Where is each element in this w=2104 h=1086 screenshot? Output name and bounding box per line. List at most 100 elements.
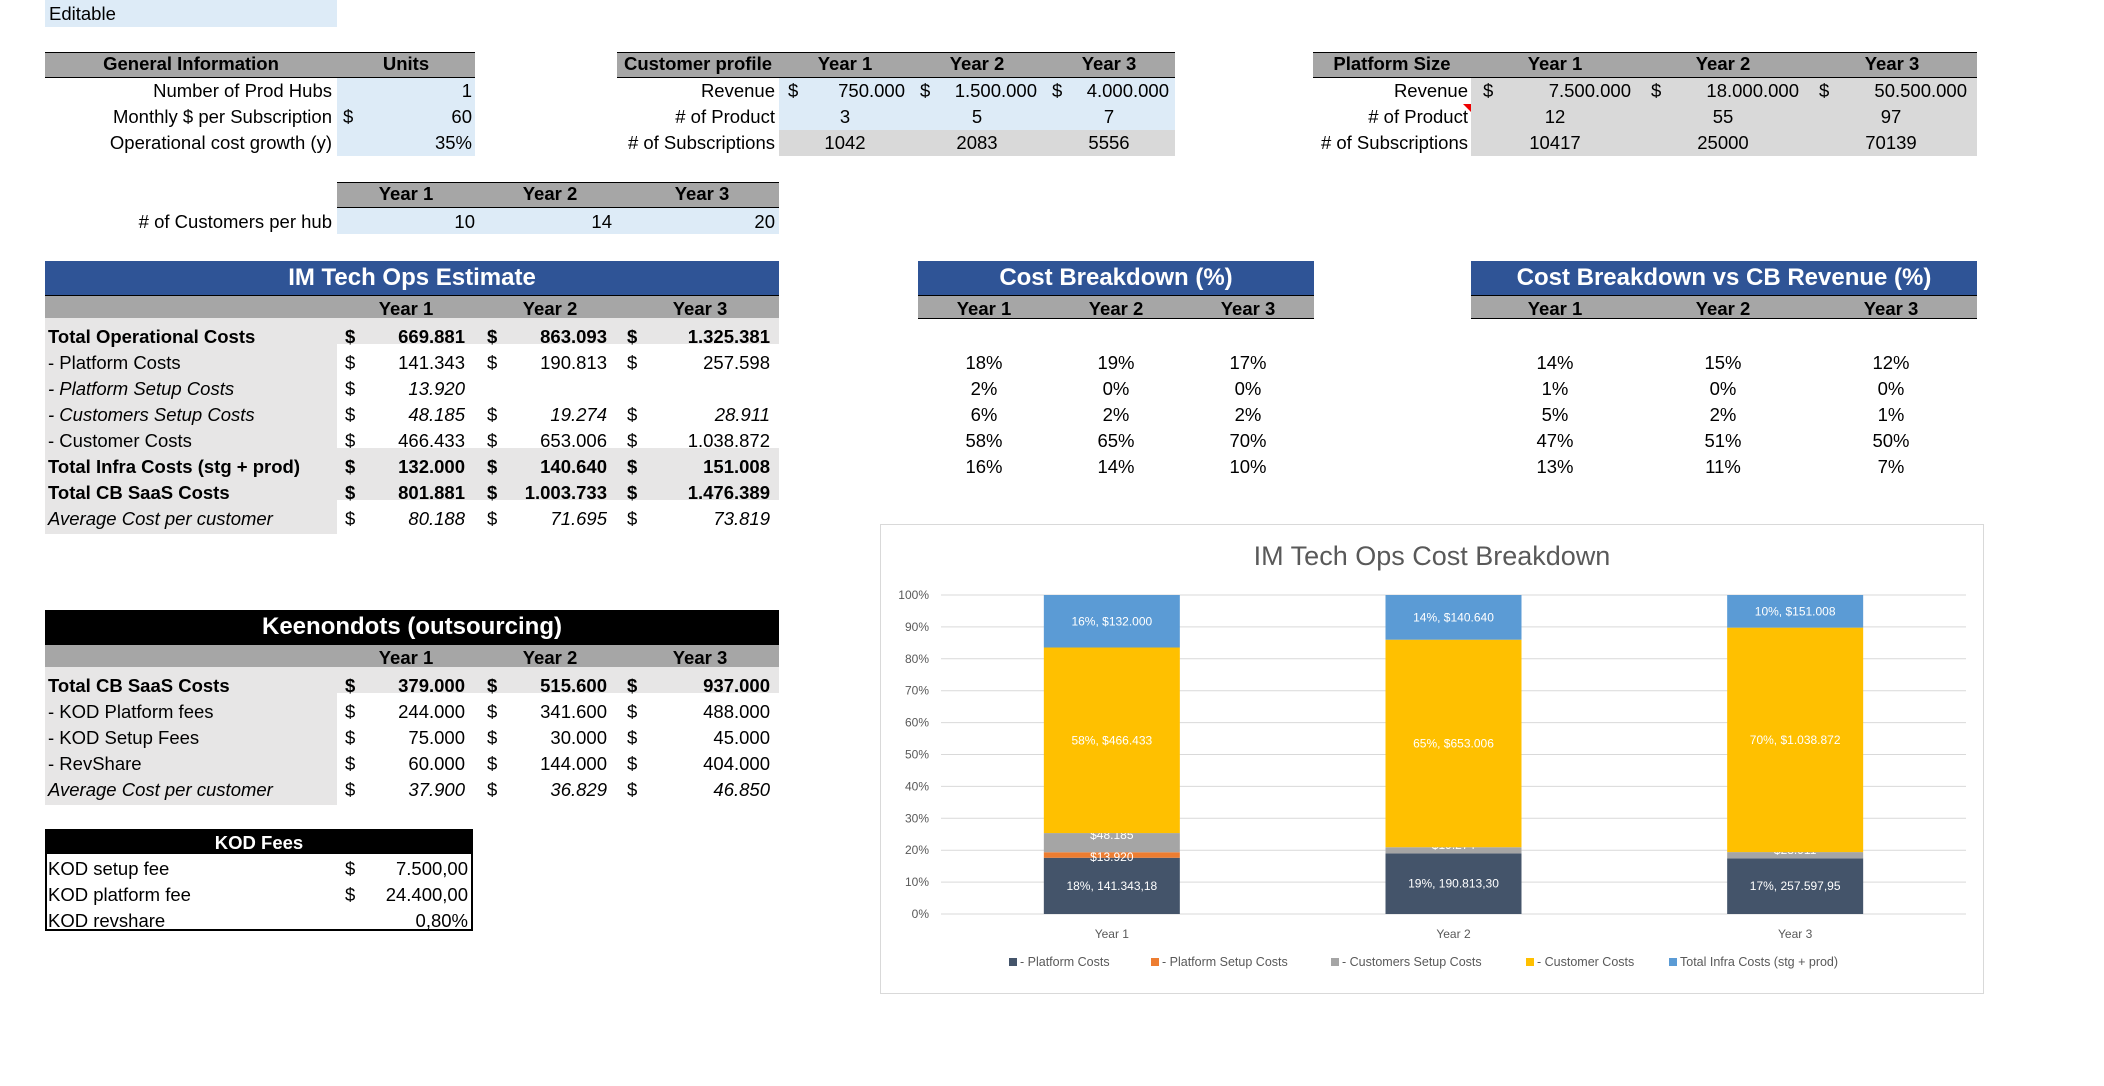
cost-vs-revenue-title: Cost Breakdown vs CB Revenue (%) — [1516, 264, 1932, 291]
x-tick-label: Year 1 — [1095, 927, 1130, 941]
cost-breakdown-value: 6% — [970, 404, 998, 425]
y-tick-label: 100% — [898, 588, 929, 602]
cost-vs-revenue-value: 13% — [1536, 456, 1574, 477]
ps-value: 25000 — [1697, 132, 1749, 153]
cp-value[interactable]: 4.000.000 — [1043, 78, 1169, 103]
im-tech-year-header: Year 3 — [672, 298, 728, 319]
x-tick-label: Year 3 — [1778, 927, 1813, 941]
im-tech-value: 19.274 — [550, 404, 607, 425]
general-row-value[interactable]: 35% — [337, 130, 472, 155]
keenondots-value: 45.000 — [713, 727, 770, 748]
cph-value[interactable]: 10 — [355, 209, 475, 234]
im-tech-value: 669.881 — [398, 326, 465, 347]
legend-label: - Platform Costs — [1020, 955, 1110, 969]
y-tick-label: 40% — [905, 779, 929, 793]
im-tech-row-label: Total Operational Costs — [48, 326, 256, 347]
kod-fees-value[interactable]: 7.500,00 — [340, 856, 468, 881]
ps-value: 70139 — [1865, 132, 1917, 153]
data-label: 16%, $132.000 — [1071, 614, 1152, 628]
general-row-label: Number of Prod Hubs — [153, 80, 332, 101]
cp-row-label: Revenue — [700, 80, 775, 101]
im-tech-row-label: Total Infra Costs (stg + prod) — [48, 456, 300, 477]
data-label: 18%, 141.343,18 — [1066, 879, 1157, 893]
editable-label: Editable — [49, 3, 116, 24]
im-tech-value: 801.881 — [398, 482, 465, 503]
data-label: 10%, $151.008 — [1755, 604, 1836, 618]
im-tech-value: 863.093 — [540, 326, 607, 347]
cost-vs-revenue-value: 0% — [1709, 378, 1737, 399]
legend-swatch — [1151, 958, 1159, 966]
cost-vs-revenue-value: 7% — [1877, 456, 1905, 477]
cp-value: 1042 — [824, 132, 866, 153]
cph-year3-header: Year 3 — [674, 183, 730, 204]
cp-value[interactable]: 1.500.000 — [911, 78, 1037, 103]
keenondots-value: 341.600 — [540, 701, 607, 722]
data-label: 70%, $1.038.872 — [1750, 733, 1841, 747]
keenondots-value: 37.900 — [408, 779, 465, 800]
cost-breakdown-value: 2% — [1234, 404, 1262, 425]
im-tech-value: 1.038.872 — [687, 430, 770, 451]
ps-value: 50.500.000 — [1874, 80, 1967, 101]
data-label: 17%, 257.597,95 — [1750, 879, 1841, 893]
cp-value[interactable]: 5 — [911, 104, 1043, 129]
general-header-label: General Information — [103, 53, 279, 74]
keenondots-value: 244.000 — [398, 701, 465, 722]
im-tech-currency: $ — [627, 508, 638, 529]
im-tech-value: 1.325.381 — [687, 326, 770, 347]
data-label: 65%, $653.006 — [1413, 736, 1494, 750]
cost-vs-revenue-value: 1% — [1541, 378, 1569, 399]
cp-value: 2083 — [956, 132, 998, 153]
im-tech-value: 1.003.733 — [524, 482, 607, 503]
cp-value[interactable]: 7 — [1043, 104, 1175, 129]
cost-breakdown-value: 2% — [970, 378, 998, 399]
keenondots-row-label: - KOD Setup Fees — [48, 727, 200, 748]
ps-row-label: Revenue — [1393, 80, 1468, 101]
ps-value: 10417 — [1529, 132, 1581, 153]
keenondots-currency: $ — [627, 675, 638, 696]
ps-row-label: # of Subscriptions — [1320, 132, 1468, 153]
y-tick-label: 80% — [905, 652, 929, 666]
general-row-label: Operational cost growth (y) — [109, 132, 332, 153]
legend-swatch — [1331, 958, 1339, 966]
cph-value[interactable]: 20 — [655, 209, 775, 234]
cp-year2-header: Year 2 — [949, 53, 1005, 74]
im-tech-row-label: Average Cost per customer — [48, 508, 273, 529]
kod-fees-title: KOD Fees — [214, 832, 304, 853]
cost-vs-revenue-value: 14% — [1536, 352, 1574, 373]
data-label: 19%, 190.813,30 — [1408, 877, 1499, 891]
ps-value: 55 — [1712, 106, 1734, 127]
im-tech-currency: $ — [627, 430, 638, 451]
legend-label: - Customers Setup Costs — [1342, 955, 1482, 969]
im-tech-value: 653.006 — [540, 430, 607, 451]
y-tick-label: 30% — [905, 811, 929, 825]
general-row-value[interactable]: 60 — [337, 104, 472, 129]
cost-breakdown-value: 58% — [965, 430, 1003, 451]
keenondots-value: 937.000 — [703, 675, 770, 696]
im-tech-value: 140.640 — [540, 456, 607, 477]
y-tick-label: 0% — [912, 907, 930, 921]
general-row-value[interactable]: 1 — [337, 78, 472, 103]
cp-value[interactable]: 750.000 — [779, 78, 905, 103]
cost-breakdown-value: 10% — [1229, 456, 1267, 477]
cp-value[interactable]: 3 — [779, 104, 911, 129]
chart-legend[interactable]: - Platform Costs - Platform Setup Costs - … — [1009, 955, 1838, 969]
im-tech-currency: $ — [627, 352, 638, 373]
cost-breakdown-value: 2% — [1102, 404, 1130, 425]
cost-breakdown-chart[interactable]: IM Tech Ops Cost Breakdown 0% 10% 20% 30% 40… — [880, 524, 1984, 994]
kod-fees-value[interactable]: 0,80% — [340, 908, 468, 933]
im-tech-row-label: - Platform Setup Costs — [48, 378, 235, 399]
keenondots-currency: $ — [627, 779, 638, 800]
units-header-label: Units — [382, 53, 430, 74]
cost-breakdown-value: 0% — [1234, 378, 1262, 399]
im-tech-value: 141.343 — [398, 352, 465, 373]
cph-value[interactable]: 14 — [492, 209, 612, 234]
kod-fees-value[interactable]: 24.400,00 — [340, 882, 468, 907]
data-label: 14%, $140.640 — [1413, 610, 1494, 624]
ps-value: 18.000.000 — [1706, 80, 1799, 101]
keenondots-year-header: Year 2 — [522, 647, 578, 668]
chart-title: IM Tech Ops Cost Breakdown — [1254, 541, 1611, 571]
keenondots-row-label: - KOD Platform fees — [48, 701, 214, 722]
cost-breakdown-year-header: Year 2 — [1088, 298, 1144, 319]
keenondots-row-label: Average Cost per customer — [48, 779, 273, 800]
im-tech-currency: $ — [627, 456, 638, 477]
